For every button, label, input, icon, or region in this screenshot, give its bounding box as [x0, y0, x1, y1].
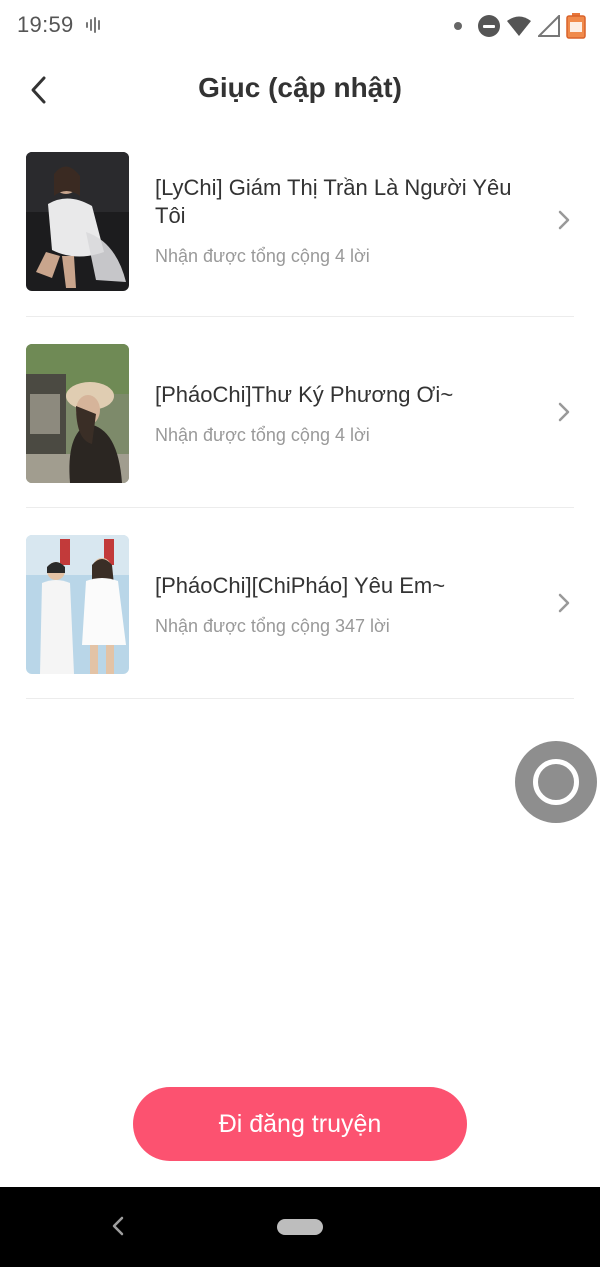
story-request-count: Nhận được tổng cộng 4 lời: [155, 246, 370, 266]
battery-icon: [566, 13, 586, 39]
story-title: [PháoChi]Thư Ký Phương Ơi~: [155, 382, 454, 407]
chevron-right-icon: [558, 210, 570, 230]
list-item[interactable]: [PháoChi]Thư Ký Phương Ơi~ Nhận được tổn…: [26, 317, 574, 508]
story-request-count: Nhận được tổng cộng 347 lời: [155, 616, 390, 636]
story-info: [PháoChi][ChiPháo] Yêu Em~ Nhận được tổn…: [155, 572, 524, 637]
status-time: 19:59: [17, 12, 74, 37]
story-cover-image: [26, 344, 129, 483]
post-story-button[interactable]: Đi đăng truyện: [133, 1087, 467, 1161]
list-item[interactable]: [PháoChi][ChiPháo] Yêu Em~ Nhận được tổn…: [26, 508, 574, 699]
story-request-count: Nhận được tổng cộng 4 lời: [155, 425, 370, 445]
notification-dot-icon: [454, 22, 462, 30]
voice-wave-icon: [86, 17, 100, 33]
header: Giục (cập nhật): [0, 56, 600, 124]
ring-icon: [533, 759, 579, 805]
chevron-right-icon: [558, 593, 570, 613]
status-bar: 19:59: [0, 0, 600, 52]
floating-assistive-button[interactable]: [515, 741, 597, 823]
story-title: [LyChi] Giám Thị Trần Là Người Yêu Tôi: [155, 175, 512, 228]
status-icons: [454, 13, 586, 39]
story-cover-image: [26, 152, 129, 291]
page-title: Giục (cập nhật): [198, 72, 402, 103]
story-info: [LyChi] Giám Thị Trần Là Người Yêu Tôi N…: [155, 174, 524, 267]
nav-back-icon[interactable]: [110, 1215, 126, 1237]
nav-home-button[interactable]: [277, 1219, 323, 1235]
story-title: [PháoChi][ChiPháo] Yêu Em~: [155, 573, 446, 598]
wifi-icon: [507, 16, 531, 36]
do-not-disturb-icon: [478, 15, 500, 37]
story-list: [LyChi] Giám Thị Trần Là Người Yêu Tôi N…: [26, 125, 574, 699]
list-item[interactable]: [LyChi] Giám Thị Trần Là Người Yêu Tôi N…: [26, 125, 574, 317]
signal-icon: [538, 15, 560, 37]
chevron-right-icon: [558, 402, 570, 422]
story-cover-image: [26, 535, 129, 674]
story-info: [PháoChi]Thư Ký Phương Ơi~ Nhận được tổn…: [155, 381, 524, 446]
